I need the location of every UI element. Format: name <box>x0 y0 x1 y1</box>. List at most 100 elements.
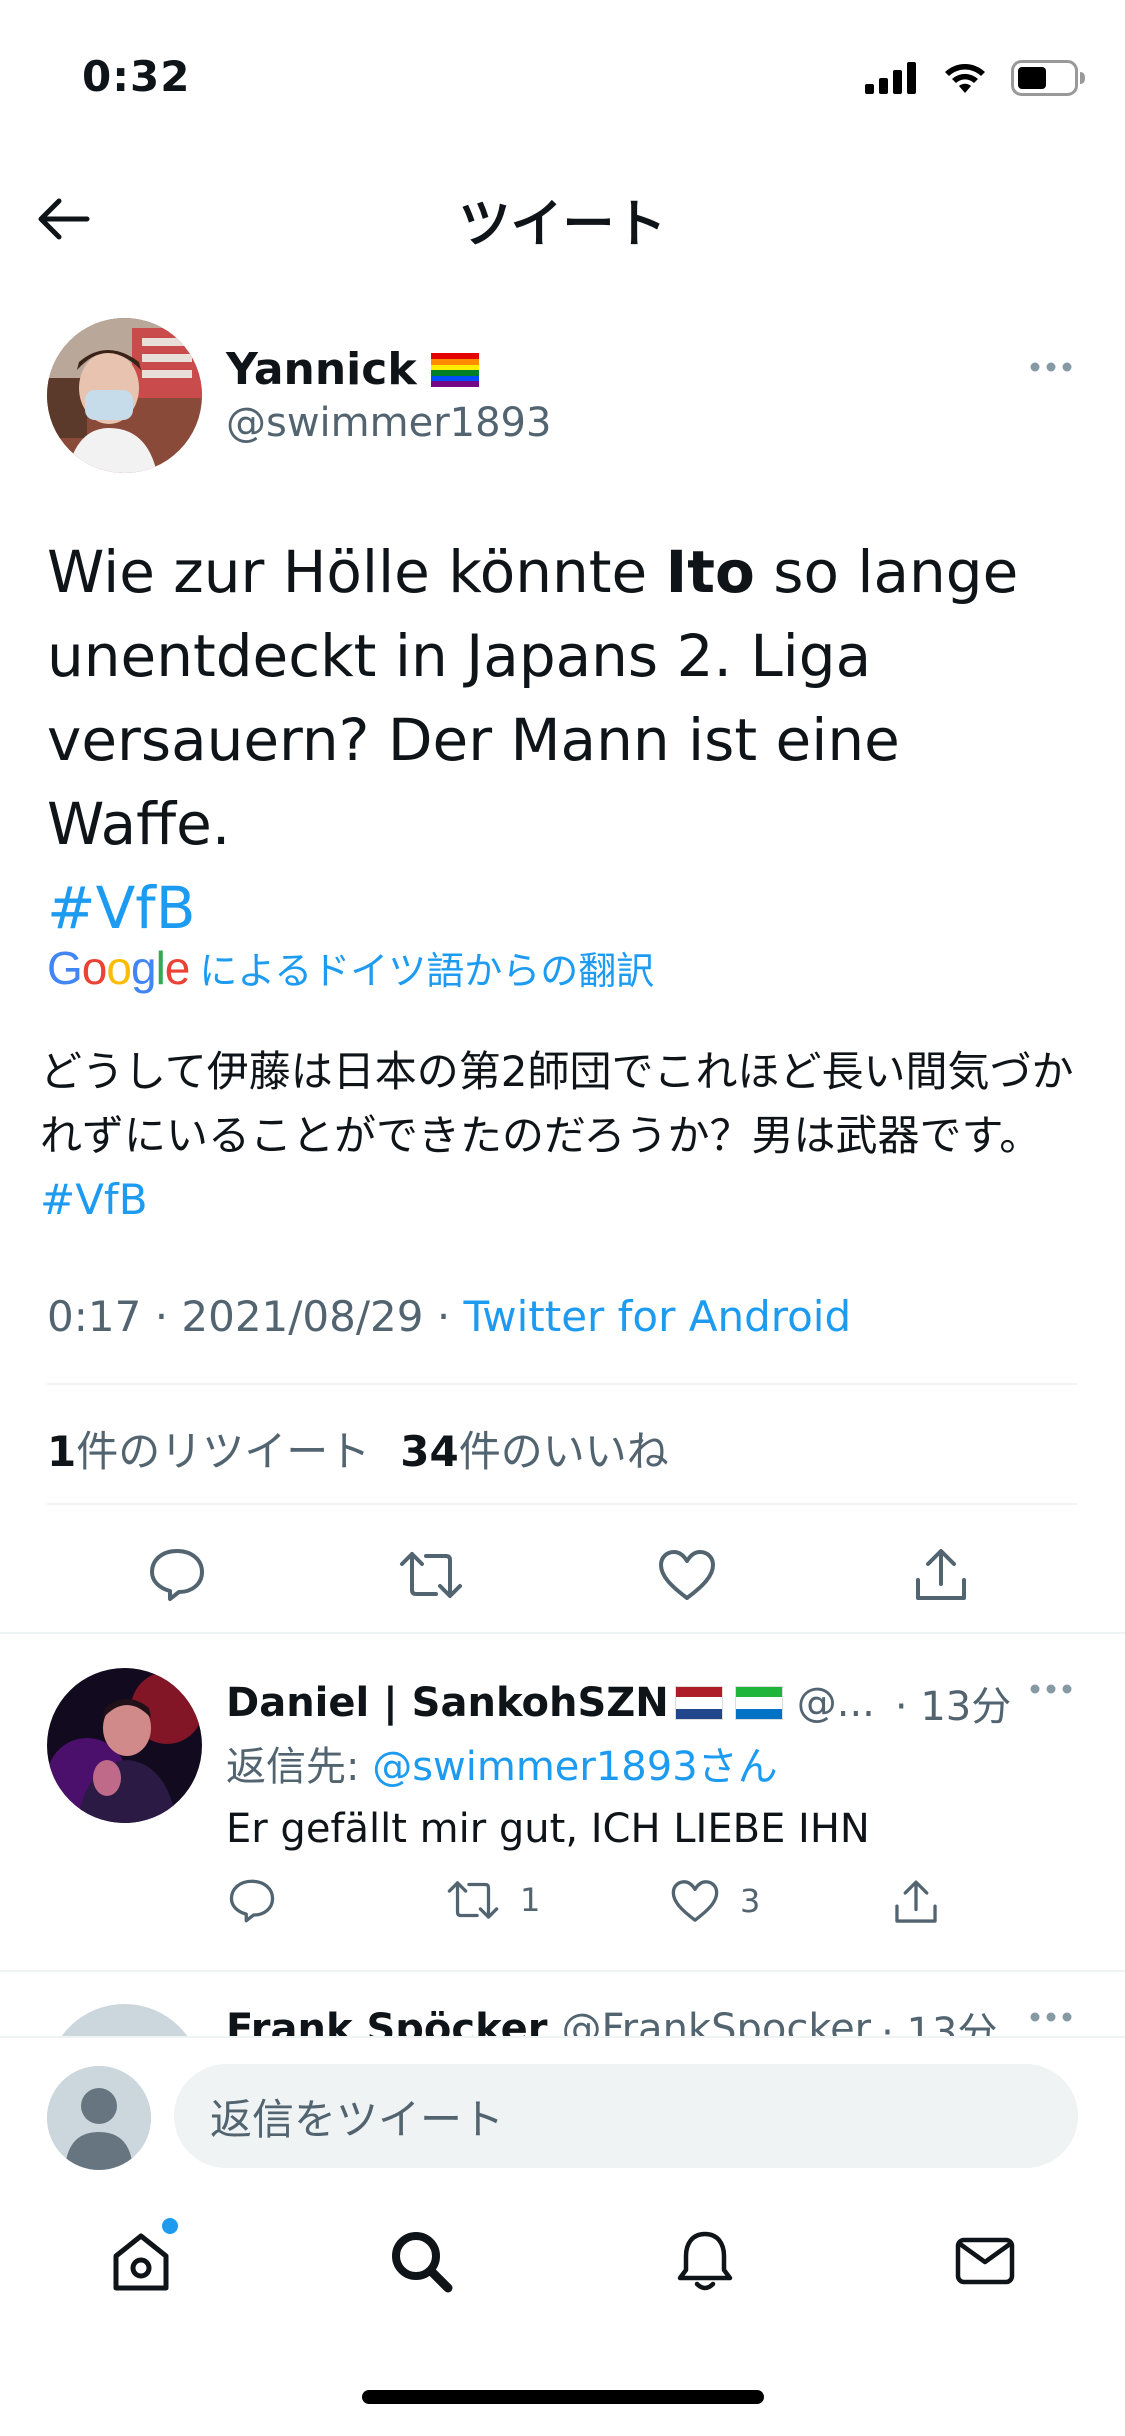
reply-to: 返信先: @swimmer1893さん <box>226 1734 778 1792</box>
tweet-actions <box>0 1530 1125 1620</box>
reply-time: · 13分 <box>894 1684 1012 1730</box>
reply-avatar-image <box>47 1668 202 1823</box>
meta-separator: · <box>154 1292 182 1341</box>
default-avatar-icon <box>47 2066 151 2170</box>
divider <box>47 1383 1077 1385</box>
avatar[interactable] <box>47 2004 202 2036</box>
translated-text-body: どうして伊藤は日本の第2師団でこれほど長い間気づかれずにいることができたのだろう… <box>40 1047 1074 1160</box>
like-stat[interactable]: 34件のいいね <box>400 1418 668 1479</box>
translation-label: によるドイツ語からの翻訳 <box>199 949 655 993</box>
rainbow-flag-icon <box>430 352 479 387</box>
more-horizontal-icon <box>1030 2012 1072 2022</box>
heart-icon <box>671 1880 719 1922</box>
divider <box>0 1970 1125 1972</box>
like-count: 34 <box>400 1427 459 1476</box>
reply-to-label: 返信先: <box>226 1744 373 1790</box>
more-button[interactable] <box>1029 358 1073 377</box>
reply-item[interactable]: Frank Spöcker @FrankSpocker · 13分 <box>0 2004 1125 2036</box>
reply-author-handle[interactable]: @FrankSpocker <box>562 2006 872 2036</box>
google-logo: Google <box>47 941 190 994</box>
status-time: 0:32 <box>82 52 191 101</box>
reply-header: Daniel | SankohSZN @... · 13分 <box>226 1674 1086 1732</box>
nav-bar: ツイート <box>0 160 1125 270</box>
author-name-text: Yannick <box>226 344 417 395</box>
reply-compose-input[interactable]: 返信をツイート <box>174 2064 1078 2168</box>
reply-retweet-button[interactable]: 1 <box>446 1878 540 1922</box>
reply-like-count: 3 <box>740 1882 761 1920</box>
reply-text: Er gefällt mir gut, ICH LIEBE IHN <box>226 1806 870 1852</box>
author-name[interactable]: Yannick <box>226 344 479 395</box>
tab-home[interactable] <box>96 2216 186 2306</box>
share-icon <box>916 1549 966 1600</box>
divider <box>0 1632 1125 1634</box>
retweet-icon <box>400 1552 462 1598</box>
cellular-signal-icon <box>865 62 916 94</box>
search-icon <box>392 2232 453 2293</box>
reply-author-name[interactable]: Daniel | SankohSZN <box>226 1680 669 1726</box>
translated-text: どうして伊藤は日本の第2師団でこれほど長い間気づかれずにいることができたのだろう… <box>40 1040 1080 1232</box>
battery-icon <box>1011 60 1085 96</box>
reply-share-button[interactable] <box>892 1878 940 1926</box>
divider <box>47 1503 1077 1505</box>
tab-messages[interactable] <box>940 2216 1030 2306</box>
reply-actions: 1 3 <box>226 1878 986 1958</box>
reply-item[interactable]: Daniel | SankohSZN @... · 13分 返信先: @swim… <box>0 1668 1125 1968</box>
notification-dot <box>162 2218 178 2234</box>
avatar[interactable] <box>47 318 202 473</box>
reply-reply-button[interactable] <box>228 1878 276 1924</box>
reply-icon <box>150 1549 204 1601</box>
author-handle[interactable]: @swimmer1893 <box>226 400 551 446</box>
retweet-count: 1 <box>47 1427 77 1476</box>
meta-separator: · <box>436 1292 464 1341</box>
like-label: 件のいいね <box>458 1427 669 1476</box>
reply-to-mention[interactable]: @swimmer1893さん <box>372 1744 777 1790</box>
reply-more-button[interactable] <box>1029 2008 1073 2027</box>
avatar[interactable] <box>47 2066 151 2170</box>
more-horizontal-icon <box>1030 362 1072 372</box>
tweet-time: 0:17 <box>47 1292 142 1341</box>
tweet-stats: 1件のリツイート 34件のいいね <box>47 1418 669 1479</box>
like-button[interactable] <box>652 1540 722 1610</box>
share-button[interactable] <box>906 1540 976 1610</box>
notifications-icon <box>677 2231 733 2291</box>
reply-icon <box>229 1879 275 1923</box>
tweet-source-link[interactable]: Twitter for Android <box>464 1292 852 1341</box>
retweet-icon <box>447 1881 499 1919</box>
status-icons <box>865 60 1087 96</box>
sierra-leone-flag-icon <box>734 1686 783 1720</box>
page-title: ツイート <box>458 195 667 255</box>
reply-author-handle[interactable]: @... <box>797 1680 875 1726</box>
status-bar: 0:32 <box>0 0 1125 150</box>
tweet-text: Wie zur Hölle könnte Ito so lange unentd… <box>47 530 1077 950</box>
reply-button[interactable] <box>142 1540 212 1610</box>
translation-header[interactable]: Google によるドイツ語からの翻訳 <box>47 940 654 995</box>
tweet-author: Yannick @swimmer1893 <box>0 318 1125 478</box>
netherlands-flag-icon <box>674 1686 723 1720</box>
avatar-image <box>47 318 202 473</box>
tweet-text-bold: Ito <box>665 538 755 606</box>
reply-like-button[interactable]: 3 <box>670 1878 760 1924</box>
avatar[interactable] <box>47 1668 202 1823</box>
home-indicator[interactable] <box>362 2390 764 2404</box>
reply-retweet-count: 1 <box>520 1881 541 1919</box>
translated-hashtag-link[interactable]: #VfB <box>40 1175 148 1224</box>
tab-search[interactable] <box>376 2216 466 2306</box>
retweet-stat[interactable]: 1件のリツイート <box>47 1418 370 1479</box>
reply-time: · 13分 <box>881 2010 998 2036</box>
retweet-button[interactable] <box>396 1540 466 1610</box>
compose-bar: 返信をツイート <box>0 2036 1125 2186</box>
reply-author-name[interactable]: Frank Spöcker <box>226 2006 548 2036</box>
tweet-date: 2021/08/29 <box>181 1292 424 1341</box>
heart-icon <box>659 1550 715 1600</box>
retweet-label: 件のリツイート <box>76 1427 371 1476</box>
hashtag-link[interactable]: #VfB <box>47 874 195 942</box>
home-icon <box>113 2233 169 2291</box>
tab-notifications[interactable] <box>660 2216 750 2306</box>
reply-header: Frank Spöcker @FrankSpocker · 13分 <box>226 2004 1086 2036</box>
tweet-meta: 0:17 · 2021/08/29 · Twitter for Android <box>47 1292 851 1341</box>
tab-bar <box>0 2186 1125 2336</box>
reply-more-button[interactable] <box>1029 1680 1073 1699</box>
tweet-text-part: Wie zur Hölle könnte <box>47 538 666 606</box>
more-horizontal-icon <box>1030 1684 1072 1694</box>
messages-icon <box>955 2237 1015 2285</box>
